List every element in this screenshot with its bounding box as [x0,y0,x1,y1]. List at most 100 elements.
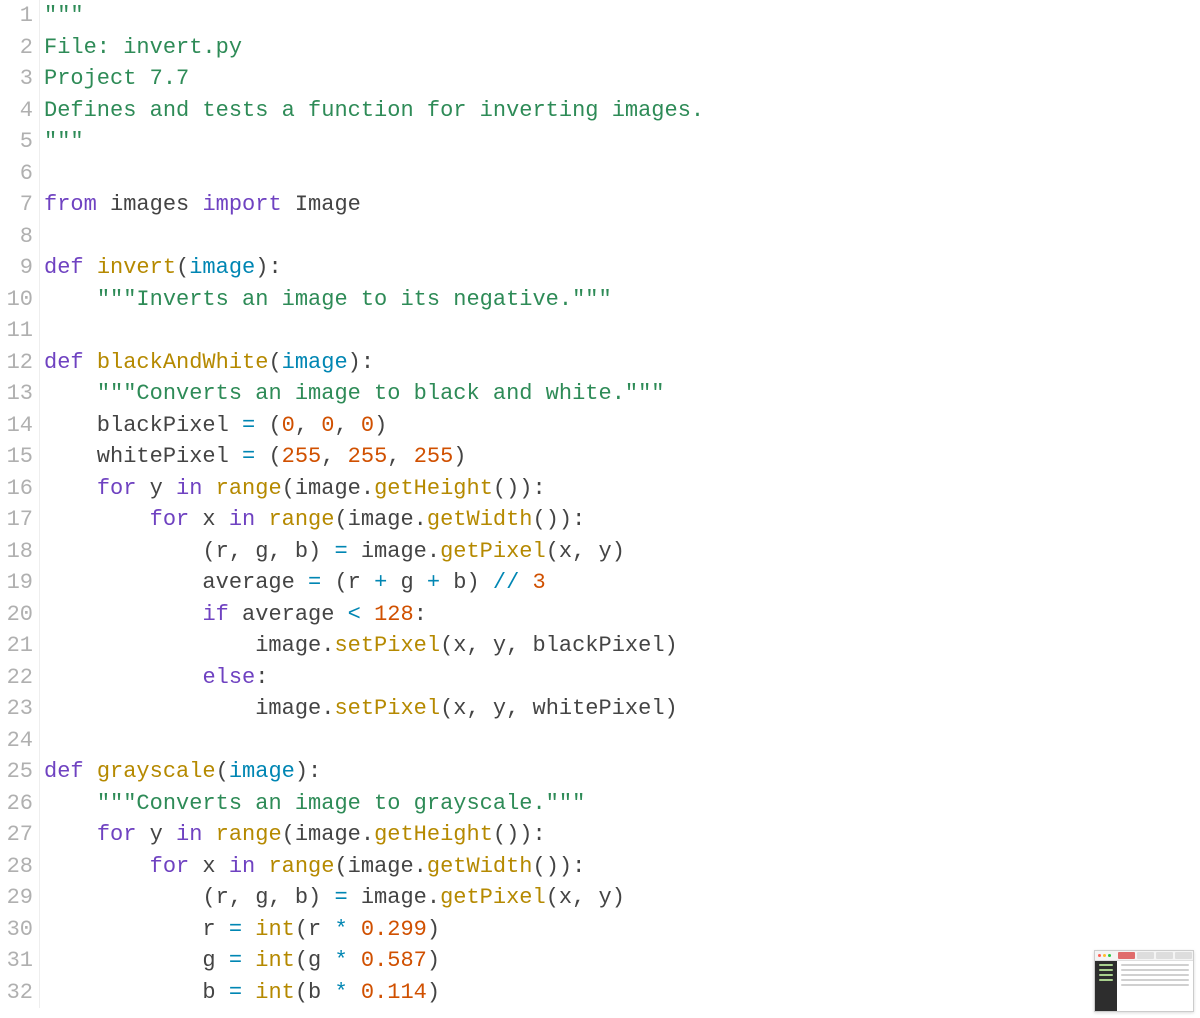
code-line[interactable]: for y in range(image.getHeight()): [44,819,1200,851]
code-line[interactable]: blackPixel = (0, 0, 0) [44,410,1200,442]
window-thumbnail[interactable] [1094,950,1194,1012]
code-line[interactable]: image.setPixel(x, y, whitePixel) [44,693,1200,725]
code-token: (g [295,948,335,973]
code-line[interactable]: """ [44,0,1200,32]
code-token: (x, y) [546,539,625,564]
code-token: range [216,476,282,501]
line-number: 6 [0,158,33,190]
line-number: 13 [0,378,33,410]
code-line[interactable]: (r, g, b) = image.getPixel(x, y) [44,882,1200,914]
code-line[interactable]: """Converts an image to grayscale.""" [44,788,1200,820]
code-token: ()): [533,507,586,532]
code-token: blackPixel [44,413,242,438]
code-editor[interactable]: 1234567891011121314151617181920212223242… [0,0,1200,1008]
code-token: ) [427,917,440,942]
code-token: ( [176,255,189,280]
code-line[interactable] [44,158,1200,190]
line-number: 12 [0,347,33,379]
code-area[interactable]: """File: invert.pyProject 7.7Defines and… [40,0,1200,1008]
code-token: y [136,476,176,501]
code-line[interactable]: else: [44,662,1200,694]
code-token: ): [348,350,374,375]
line-number: 2 [0,32,33,64]
code-token: getHeight [374,822,493,847]
code-token: = [229,917,242,942]
line-number: 26 [0,788,33,820]
code-token: = [229,948,242,973]
code-line[interactable]: """ [44,126,1200,158]
code-token [242,948,255,973]
code-token: grayscale [97,759,216,784]
line-number: 3 [0,63,33,95]
code-line[interactable]: for x in range(image.getWidth()): [44,504,1200,536]
line-number: 24 [0,725,33,757]
line-number: 1 [0,0,33,32]
code-token: ) [374,413,387,438]
code-line[interactable]: File: invert.py [44,32,1200,64]
code-line[interactable]: g = int(g * 0.587) [44,945,1200,977]
code-token: """Inverts an image to its negative.""" [97,287,612,312]
code-line[interactable]: Project 7.7 [44,63,1200,95]
code-token: g [387,570,427,595]
code-line[interactable]: def invert(image): [44,252,1200,284]
code-token: (image. [282,822,374,847]
code-line[interactable] [44,725,1200,757]
code-token: 255 [348,444,388,469]
line-number: 22 [0,662,33,694]
code-token: if [202,602,228,627]
code-line[interactable]: image.setPixel(x, y, blackPixel) [44,630,1200,662]
code-line[interactable]: for y in range(image.getHeight()): [44,473,1200,505]
code-token [44,602,202,627]
line-number: 20 [0,599,33,631]
code-line[interactable]: r = int(r * 0.299) [44,914,1200,946]
code-token: invert [97,255,176,280]
line-number: 9 [0,252,33,284]
thumbnail-tab-row [1117,951,1193,960]
code-line[interactable]: whitePixel = (255, 255, 255) [44,441,1200,473]
code-line[interactable]: Defines and tests a function for inverti… [44,95,1200,127]
line-number: 19 [0,567,33,599]
code-token: """Converts an image to black and white.… [97,381,665,406]
code-token: ()): [493,476,546,501]
code-line[interactable]: from images import Image [44,189,1200,221]
code-token: for [97,476,137,501]
code-token: 0.299 [361,917,427,942]
code-line[interactable]: for x in range(image.getWidth()): [44,851,1200,883]
code-line[interactable]: b = int(b * 0.114) [44,977,1200,1009]
code-token: getPixel [440,885,546,910]
code-line[interactable]: (r, g, b) = image.getPixel(x, y) [44,536,1200,568]
code-line[interactable]: """Inverts an image to its negative.""" [44,284,1200,316]
code-token: average [44,570,308,595]
code-token [44,287,97,312]
code-token [242,917,255,942]
thumbnail-tab [1156,952,1173,959]
code-line[interactable]: def grayscale(image): [44,756,1200,788]
code-token: for [150,507,190,532]
code-token: ): [295,759,321,784]
code-line[interactable]: average = (r + g + b) // 3 [44,567,1200,599]
code-token [84,350,97,375]
code-line[interactable] [44,315,1200,347]
code-token: , [321,444,347,469]
code-line[interactable]: def blackAndWhite(image): [44,347,1200,379]
code-token: y [136,822,176,847]
code-token: setPixel [334,633,440,658]
code-line[interactable]: if average < 128: [44,599,1200,631]
thumbnail-body [1117,961,1193,1011]
code-token [242,980,255,1005]
line-number: 21 [0,630,33,662]
code-token: ) [427,948,440,973]
code-token: 255 [414,444,454,469]
line-number: 23 [0,693,33,725]
code-token: (b [295,980,335,1005]
line-number: 11 [0,315,33,347]
line-number-gutter: 1234567891011121314151617181920212223242… [0,0,40,1008]
code-line[interactable] [44,221,1200,253]
code-token: def [44,255,84,280]
code-token: * [334,948,347,973]
code-token: 3 [533,570,546,595]
line-number: 16 [0,473,33,505]
thumbnail-tab [1175,952,1192,959]
code-token: = [334,885,347,910]
code-line[interactable]: """Converts an image to black and white.… [44,378,1200,410]
